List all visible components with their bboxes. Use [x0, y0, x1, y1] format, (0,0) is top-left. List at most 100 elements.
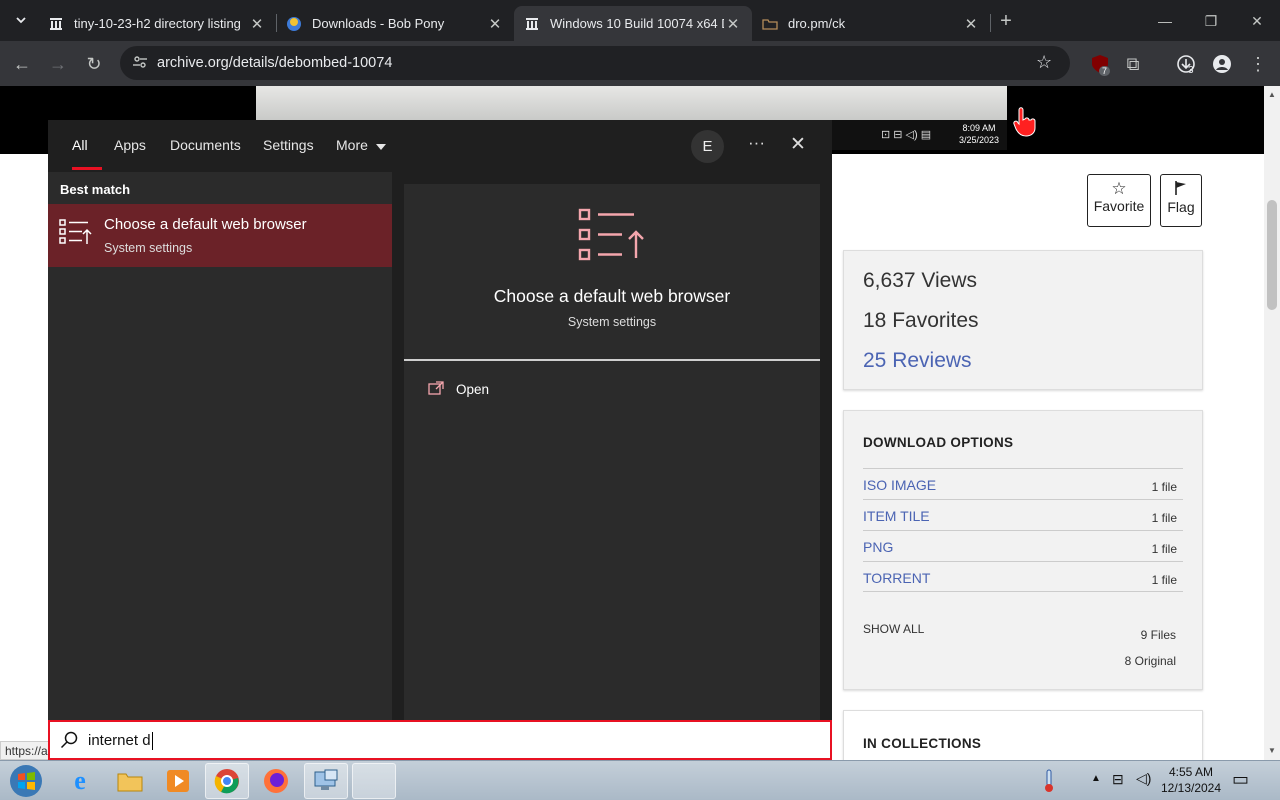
tab-all[interactable]: All [72, 137, 88, 153]
taskbar-file-explorer[interactable] [108, 763, 152, 799]
tab-more[interactable]: More [336, 137, 386, 153]
favorite-button[interactable]: ☆ Favorite [1087, 174, 1151, 227]
extensions-button[interactable]: ⧉ [1118, 49, 1148, 79]
star-icon: ☆ [1111, 179, 1127, 198]
browser-toolbar: ← → ↻ archive.org/details/debombed-10074… [0, 41, 1280, 86]
flag-button[interactable]: Flag [1160, 174, 1202, 227]
search-input[interactable]: internet d [48, 720, 832, 760]
reload-button[interactable]: ↻ [79, 49, 109, 79]
more-options-icon[interactable]: ··· [748, 133, 765, 153]
download-format-link[interactable]: TORRENT [863, 570, 930, 586]
default-apps-large-icon [578, 208, 644, 261]
volume-icon[interactable]: ◁) [1136, 770, 1151, 787]
taskbar-firefox[interactable] [254, 763, 298, 799]
menu-button[interactable]: ⋮ [1243, 49, 1273, 79]
tab-title: tiny-10-23-h2 directory listing [74, 16, 241, 31]
download-format-link[interactable]: PNG [863, 539, 893, 555]
tab-windows-10-build[interactable]: Windows 10 Build 10074 x64 D ✕ [514, 6, 752, 41]
forward-button[interactable]: → [43, 49, 73, 79]
tab-apps[interactable]: Apps [114, 137, 146, 153]
flag-icon [1161, 180, 1201, 199]
plus-icon: + [1000, 9, 1012, 32]
search-icon [60, 731, 78, 749]
ublock-extension-button[interactable]: 7 [1085, 49, 1115, 79]
taskbar-internet-explorer[interactable]: e [58, 763, 102, 799]
preview-wallpaper [256, 86, 1007, 120]
downloads-button[interactable]: 3 [1171, 49, 1201, 79]
site-info-icon[interactable] [132, 54, 148, 75]
page-scrollbar[interactable]: ▲ ▼ [1264, 86, 1280, 760]
download-format-link[interactable]: ITEM TILE [863, 508, 930, 524]
download-row-iso[interactable]: ISO IMAGE 1 file [863, 468, 1183, 499]
taskbar-media-player[interactable] [156, 763, 200, 799]
restore-icon: ❐ [1204, 13, 1218, 29]
reviews-link[interactable]: 25 Reviews [863, 349, 972, 373]
tab-close-icon[interactable]: ✕ [962, 15, 980, 33]
tab-downloads-bob-pony[interactable]: Downloads - Bob Pony ✕ [276, 6, 514, 41]
back-button[interactable]: ← [7, 49, 37, 79]
profile-button[interactable] [1207, 49, 1237, 79]
action-center-icon[interactable]: ▭ [1232, 769, 1249, 790]
download-format-link[interactable]: ISO IMAGE [863, 477, 936, 493]
close-window-button[interactable]: ✕ [1234, 8, 1280, 34]
minimize-button[interactable]: — [1142, 8, 1188, 34]
show-hidden-icons-chevron-icon[interactable]: ▲ [1091, 773, 1101, 784]
address-bar[interactable]: archive.org/details/debombed-10074 ☆ [120, 46, 1070, 80]
bookmark-star-icon[interactable]: ☆ [1036, 52, 1052, 73]
taskbar-remote-desktop[interactable] [304, 763, 348, 799]
search-flyout: All Apps Documents Settings More E ··· ✕… [48, 120, 832, 720]
taskbar-clock[interactable]: 4:55 AM 12/13/2024 [1156, 764, 1226, 796]
new-tab-button[interactable]: + [991, 6, 1021, 36]
folder-icon [762, 16, 778, 32]
open-external-icon [428, 381, 444, 395]
extension-badge: 7 [1099, 66, 1111, 76]
internet-explorer-icon: e [74, 766, 86, 795]
tab-settings[interactable]: Settings [263, 137, 314, 153]
best-match-result[interactable]: Choose a default web browser System sett… [48, 204, 392, 267]
account-avatar[interactable]: E [691, 130, 724, 163]
download-row-png[interactable]: PNG 1 file [863, 530, 1183, 561]
taskbar-chrome[interactable] [205, 763, 249, 799]
tab-search-button[interactable] [6, 5, 36, 35]
taskbar-blank-window[interactable] [352, 763, 396, 799]
chrome-icon [214, 769, 239, 794]
link-status-bubble: https://a [0, 741, 50, 760]
scroll-up-icon[interactable]: ▲ [1268, 90, 1276, 99]
stats-card: 6,637 Views 18 Favorites 25 Reviews [843, 250, 1203, 390]
tab-dro-pm[interactable]: dro.pm/ck ✕ [752, 6, 990, 41]
flag-label: Flag [1167, 199, 1195, 215]
tab-close-icon[interactable]: ✕ [248, 15, 266, 33]
close-icon[interactable]: ✕ [790, 133, 806, 156]
text-caret [152, 732, 153, 750]
scroll-down-icon[interactable]: ▼ [1268, 746, 1276, 755]
tab-close-icon[interactable]: ✕ [724, 15, 742, 33]
thermometer-icon[interactable] [1042, 769, 1056, 798]
puzzle-icon: ⧉ [1126, 53, 1140, 74]
download-row-item-tile[interactable]: ITEM TILE 1 file [863, 499, 1183, 530]
views-count: 6,637 Views [863, 269, 978, 292]
show-all-link[interactable]: SHOW ALL [863, 622, 924, 636]
minimize-icon: — [1158, 13, 1172, 29]
default-apps-icon [59, 219, 92, 244]
restore-button[interactable]: ❐ [1188, 8, 1234, 34]
tray-icons: ⊡ ⊟ ◁) ▤ [881, 129, 932, 141]
preview-time: 8:09 AM [962, 123, 996, 133]
tab-title: Windows 10 Build 10074 x64 D [550, 16, 724, 31]
tab-documents[interactable]: Documents [170, 137, 241, 153]
best-match-label: Best match [60, 182, 131, 197]
download-file-count: 1 file [1151, 480, 1177, 494]
download-row-torrent[interactable]: TORRENT 1 file [863, 561, 1183, 592]
network-icon[interactable]: ⊟ [1112, 771, 1124, 788]
preview-date: 3/25/2023 [958, 135, 1000, 145]
media-player-icon [167, 770, 189, 792]
tab-close-icon[interactable]: ✕ [486, 15, 504, 33]
scroll-thumb[interactable] [1267, 200, 1277, 310]
best-match-subtitle: System settings [104, 241, 193, 255]
open-action[interactable]: Open [456, 382, 489, 397]
results-pane: Best match Choose a default web browser … [48, 172, 392, 720]
download-file-count: 1 file [1151, 542, 1177, 556]
active-tab-indicator [72, 167, 102, 170]
tab-directory-listing[interactable]: tiny-10-23-h2 directory listing ✕ [38, 6, 276, 41]
start-button[interactable] [4, 763, 48, 799]
folder-icon [117, 773, 143, 792]
